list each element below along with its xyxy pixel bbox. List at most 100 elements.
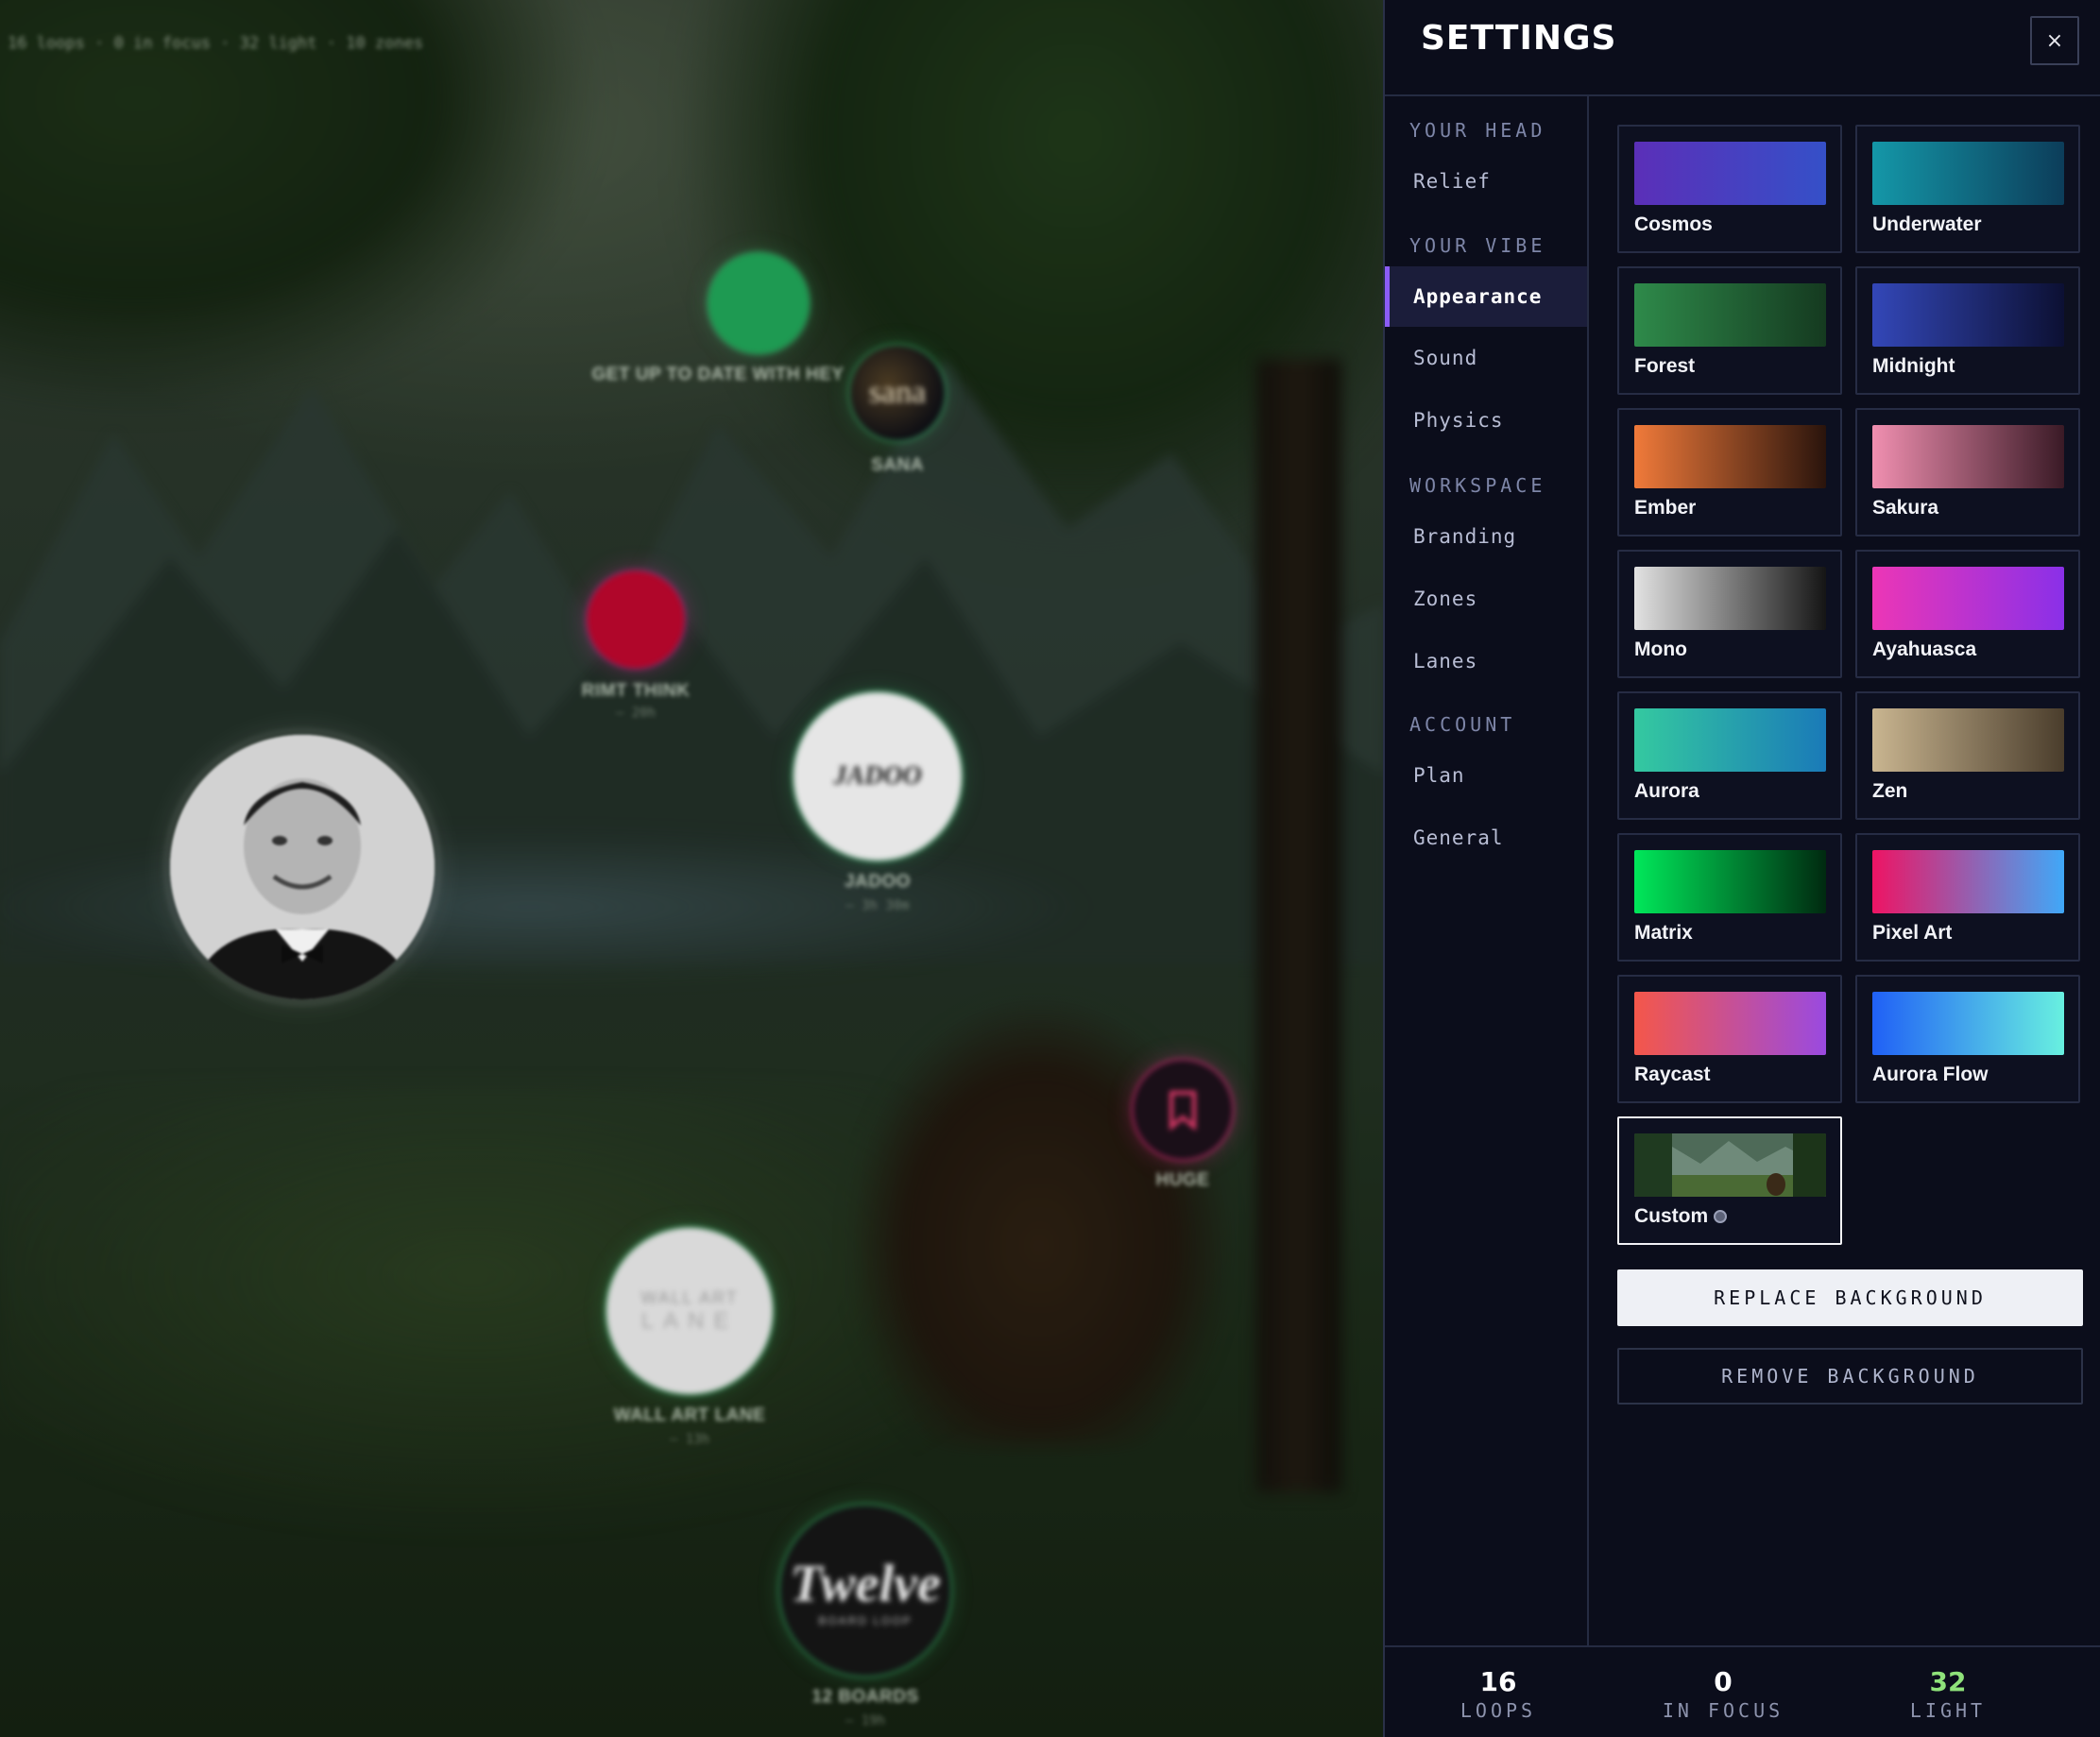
node-hey[interactable]: GET UP TO DATE WITH HEY	[592, 253, 844, 384]
node-wall-art-lane-label: WALL ART LANE	[613, 1405, 766, 1425]
theme-name-custom: Custom	[1634, 1205, 1728, 1228]
theme-card-sakura[interactable]: Sakura	[1855, 408, 2080, 536]
theme-name-text-zen: Zen	[1872, 780, 1908, 802]
theme-card-cosmos[interactable]: Cosmos	[1617, 125, 1842, 253]
nav-item-relief[interactable]: Relief	[1385, 151, 1587, 212]
theme-card-midnight[interactable]: Midnight	[1855, 266, 2080, 395]
theme-card-custom[interactable]: Custom	[1617, 1116, 1842, 1245]
node-12-boards-circle[interactable]: Twelve BOARD LOOP	[780, 1506, 950, 1676]
node-wall-art-lane-circle[interactable]: WALL ART LANE	[606, 1228, 773, 1394]
nav-item-lanes[interactable]: Lanes	[1385, 631, 1587, 691]
node-12-boards[interactable]: Twelve BOARD LOOP 12 BOARDS — 19h	[780, 1506, 950, 1728]
node-wall-art-lane[interactable]: WALL ART LANE WALL ART LANE — 13h	[606, 1228, 773, 1447]
theme-name-aurora: Aurora	[1634, 780, 1699, 803]
theme-swatch-raycast	[1634, 992, 1826, 1055]
theme-card-mono[interactable]: Mono	[1617, 550, 1842, 678]
theme-name-text-ayahuasca: Ayahuasca	[1872, 639, 1977, 660]
node-rimt-think-circle[interactable]	[588, 571, 684, 668]
node-wall-art-lane-sub: — 13h	[669, 1432, 710, 1447]
board-canvas[interactable]: 16 loops · 0 in focus · 32 light · 10 zo…	[0, 0, 1383, 1737]
theme-card-forest[interactable]: Forest	[1617, 266, 1842, 395]
wall-art-logo-line1: WALL ART	[640, 1287, 739, 1307]
stat-light-label: LIGHT	[1909, 1699, 1987, 1722]
avatar-portrait	[170, 735, 435, 999]
remove-background-button[interactable]: REMOVE BACKGROUND	[1617, 1348, 2083, 1405]
node-12-boards-sub: — 19h	[845, 1713, 886, 1728]
nav-item-general[interactable]: General	[1385, 808, 1587, 868]
theme-name-underwater: Underwater	[1872, 213, 1982, 236]
node-jadoo-circle[interactable]: JADOO	[794, 692, 962, 860]
theme-swatch-forest	[1634, 283, 1826, 347]
theme-card-matrix[interactable]: Matrix	[1617, 833, 1842, 962]
node-huge[interactable]: HUGE	[1134, 1061, 1232, 1190]
theme-card-underwater[interactable]: Underwater	[1855, 125, 2080, 253]
theme-swatch-custom	[1634, 1133, 1826, 1197]
nav-item-plan[interactable]: Plan	[1385, 745, 1587, 806]
node-rimt-think[interactable]: RIMT THINK — 20h	[582, 571, 690, 721]
theme-name-text-aurora-flow: Aurora Flow	[1872, 1064, 1989, 1085]
nav-item-physics[interactable]: Physics	[1385, 390, 1587, 451]
node-huge-circle[interactable]	[1134, 1061, 1232, 1159]
theme-card-ayahuasca[interactable]: Ayahuasca	[1855, 550, 2080, 678]
wall-art-logo-line2: LANE	[640, 1307, 739, 1334]
theme-name-matrix: Matrix	[1634, 922, 1693, 945]
theme-name-text-ember: Ember	[1634, 497, 1697, 519]
theme-swatch-sakura	[1872, 425, 2064, 488]
theme-name-cosmos: Cosmos	[1634, 213, 1713, 236]
node-sana[interactable]: sana SANA	[850, 346, 945, 475]
node-rimt-think-sub: — 20h	[615, 706, 657, 721]
theme-name-zen: Zen	[1872, 780, 1907, 803]
node-hey-circle[interactable]	[709, 253, 809, 353]
nav-item-zones[interactable]: Zones	[1385, 569, 1587, 629]
node-huge-label: HUGE	[1155, 1170, 1210, 1190]
node-jadoo-sub: — 3h 30m	[845, 898, 910, 913]
nav-section-your-head: YOUR HEAD	[1409, 119, 1546, 142]
settings-title: SETTINGS	[1421, 19, 1617, 58]
theme-name-text-mono: Mono	[1634, 639, 1687, 660]
node-jadoo[interactable]: JADOO JADOO — 3h 30m	[794, 692, 962, 913]
theme-swatch-ember	[1634, 425, 1826, 488]
theme-card-aurora-flow[interactable]: Aurora Flow	[1855, 975, 2080, 1103]
replace-background-button[interactable]: REPLACE BACKGROUND	[1617, 1269, 2083, 1326]
close-button[interactable]: ×	[2030, 16, 2079, 65]
theme-name-text-custom: Custom	[1634, 1205, 1709, 1227]
custom-status-icon	[1714, 1210, 1728, 1223]
theme-swatch-mono	[1634, 567, 1826, 630]
avatar[interactable]	[170, 735, 435, 999]
node-12-boards-label: 12 BOARDS	[811, 1687, 919, 1707]
canvas-top-stats: 16 loops · 0 in focus · 32 light · 10 zo…	[8, 34, 424, 53]
node-rimt-think-label: RIMT THINK	[581, 681, 691, 701]
theme-swatch-underwater	[1872, 142, 2064, 205]
theme-name-text-pixel-art: Pixel Art	[1872, 922, 1953, 944]
appearance-content: Cosmos Underwater Forest Midnight Ember Sakur…	[1589, 96, 2100, 1645]
nav-item-appearance[interactable]: Appearance	[1385, 266, 1587, 327]
theme-card-aurora[interactable]: Aurora	[1617, 691, 1842, 820]
theme-name-midnight: Midnight	[1872, 355, 1955, 378]
nav-item-sound[interactable]: Sound	[1385, 328, 1587, 388]
node-jadoo-label: JADOO	[844, 872, 912, 892]
theme-card-ember[interactable]: Ember	[1617, 408, 1842, 536]
theme-swatch-cosmos	[1634, 142, 1826, 205]
stat-light: 32 LIGHT	[1835, 1666, 2061, 1722]
theme-card-pixel-art[interactable]: Pixel Art	[1855, 833, 2080, 962]
node-sana-circle[interactable]: sana	[850, 346, 945, 440]
theme-name-text-forest: Forest	[1634, 355, 1696, 377]
stat-in-focus-label: IN FOCUS	[1662, 1699, 1784, 1722]
nav-section-workspace: WORKSPACE	[1409, 474, 1546, 497]
node-hey-label: GET UP TO DATE WITH HEY	[591, 365, 845, 384]
theme-name-pixel-art: Pixel Art	[1872, 922, 1952, 945]
theme-card-raycast[interactable]: Raycast	[1617, 975, 1842, 1103]
stat-loops-label: LOOPS	[1460, 1699, 1537, 1722]
stat-loops-value: 16	[1479, 1666, 1517, 1697]
theme-name-text-aurora: Aurora	[1634, 780, 1699, 802]
theme-name-aurora-flow: Aurora Flow	[1872, 1064, 1989, 1086]
theme-name-forest: Forest	[1634, 355, 1695, 378]
nav-item-branding[interactable]: Branding	[1385, 506, 1587, 567]
node-sana-label: SANA	[871, 455, 924, 475]
theme-name-text-raycast: Raycast	[1634, 1064, 1711, 1085]
theme-card-zen[interactable]: Zen	[1855, 691, 2080, 820]
jadoo-logo: JADOO	[833, 761, 922, 791]
theme-swatch-matrix	[1634, 850, 1826, 913]
theme-swatch-zen	[1872, 708, 2064, 772]
stat-loops: 16 LOOPS	[1385, 1666, 1612, 1722]
